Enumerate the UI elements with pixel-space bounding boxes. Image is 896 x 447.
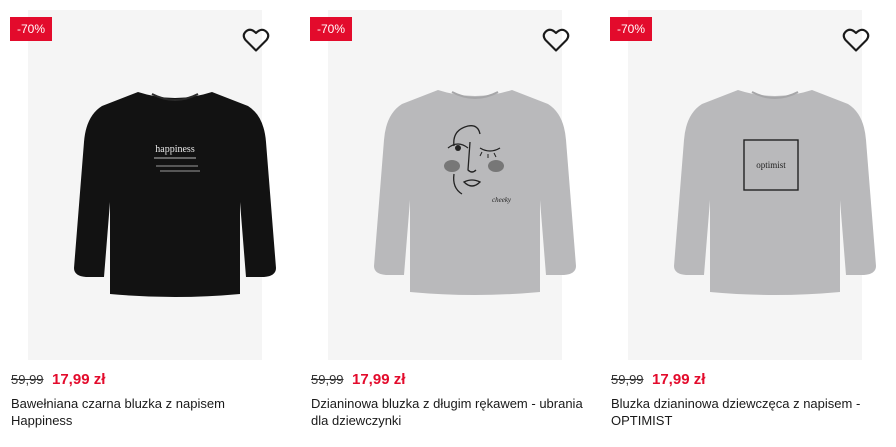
price-row: 59,99 17,99 zł — [11, 371, 105, 389]
discount-badge: -70% — [10, 17, 52, 41]
discount-badge: -70% — [610, 17, 652, 41]
shirt-body — [74, 92, 276, 297]
old-price: 59,99 — [11, 372, 44, 387]
product-card[interactable]: optimist -70% 59,99 17,99 zł Bluzka dzia… — [600, 0, 890, 447]
product-card[interactable]: happiness -70% 59,99 17,99 zł Bawełniana… — [0, 0, 290, 447]
sale-price: 17,99 zł — [352, 371, 406, 388]
black-shirt-image: happiness — [74, 92, 276, 297]
shirt-print-text: optimist — [756, 160, 786, 170]
shirt-body — [374, 90, 576, 295]
product-image[interactable]: optimist — [628, 10, 876, 360]
grey-shirt-optimist-image: optimist — [674, 90, 876, 295]
old-price: 59,99 — [311, 372, 344, 387]
shirt-print-text: cheeky — [492, 196, 512, 204]
heart-outline-icon[interactable] — [842, 27, 870, 53]
sale-price: 17,99 zł — [52, 371, 106, 388]
heart-outline-icon[interactable] — [542, 27, 570, 53]
price-row: 59,99 17,99 zł — [311, 371, 405, 389]
product-title[interactable]: Dzianinowa bluzka z długim rękawem - ubr… — [311, 395, 586, 429]
shirt-print-text: happiness — [155, 144, 195, 155]
product-title[interactable]: Bawełniana czarna bluzka z napisem Happi… — [11, 395, 286, 429]
discount-badge: -70% — [310, 17, 352, 41]
price-row: 59,99 17,99 zł — [611, 371, 705, 389]
product-image[interactable]: cheeky — [328, 10, 576, 360]
product-title[interactable]: Bluzka dzianinowa dziewczęca z napisem -… — [611, 395, 886, 429]
heart-outline-icon[interactable] — [242, 27, 270, 53]
product-card[interactable]: cheeky -70% 59,99 17,99 zł Dzianinowa bl… — [300, 0, 590, 447]
old-price: 59,99 — [611, 372, 644, 387]
shirt-body — [674, 90, 876, 295]
product-image[interactable]: happiness — [28, 10, 276, 360]
grey-shirt-face-image: cheeky — [374, 90, 576, 295]
sale-price: 17,99 zł — [652, 371, 706, 388]
